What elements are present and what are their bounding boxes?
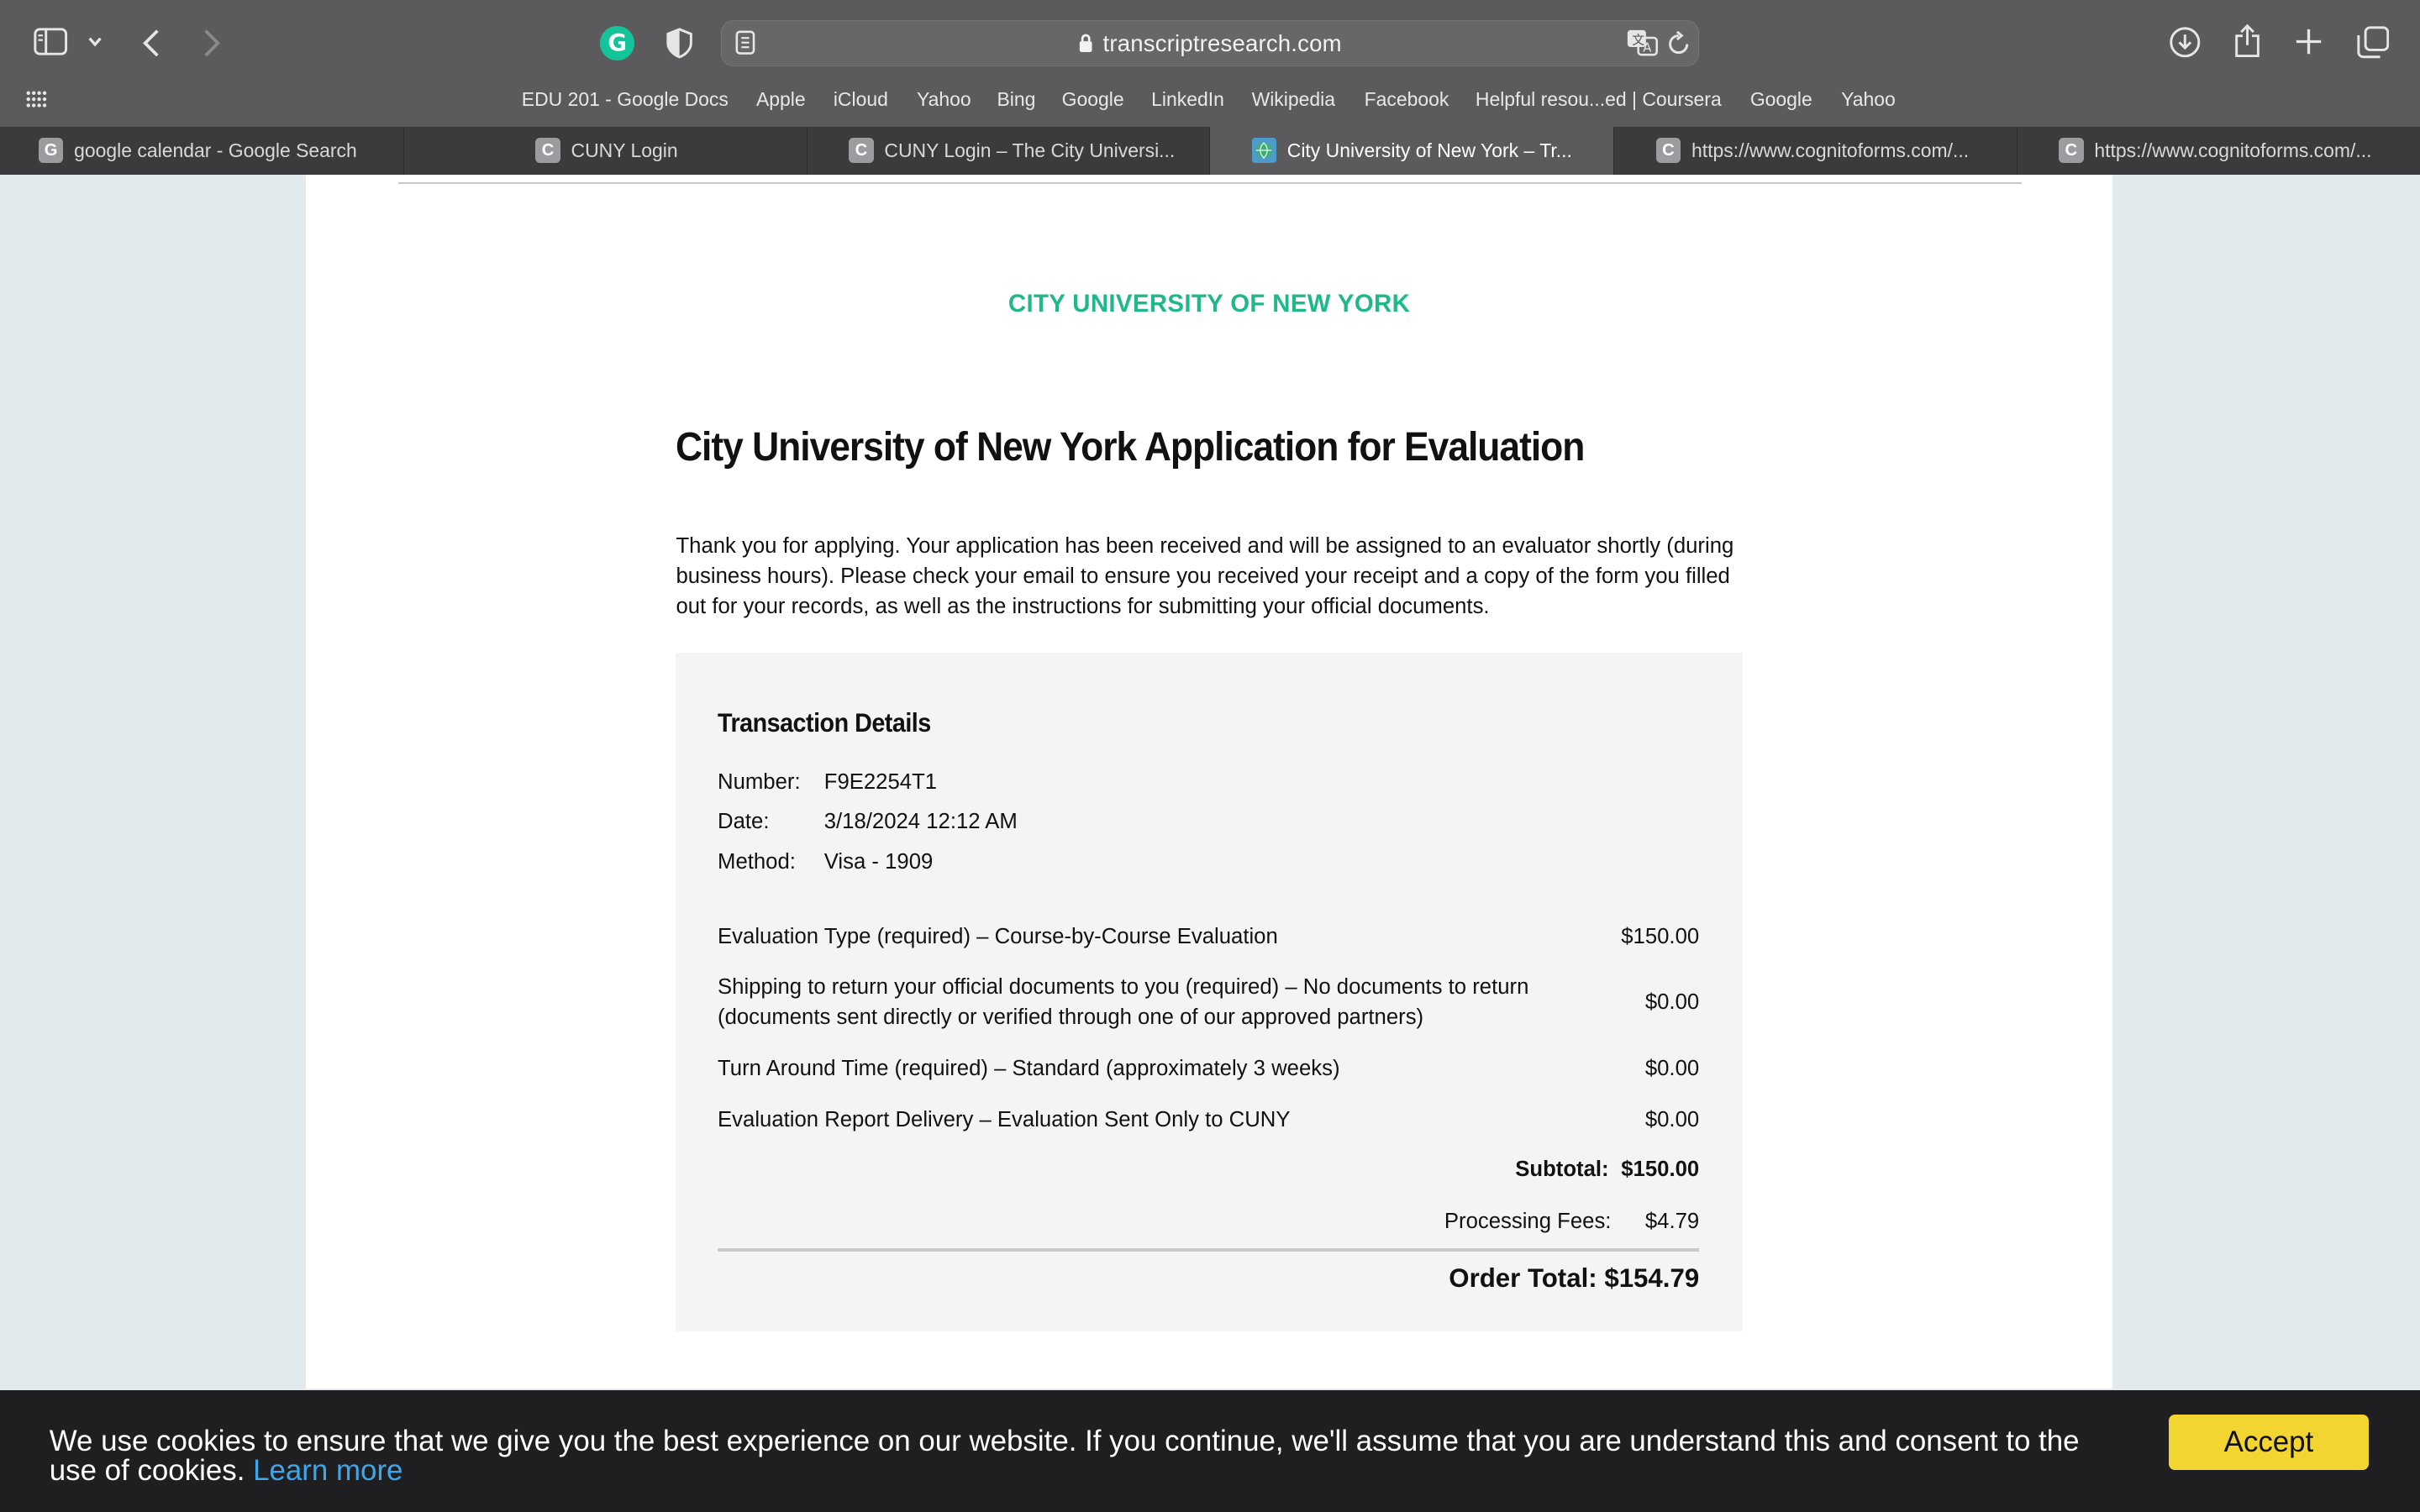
favorite-link[interactable]: Helpful resou...ed | Coursera [1476,88,1722,111]
divider [397,181,2023,184]
favorites-bar: EDU 201 - Google Docs Apple iCloud Yahoo… [0,85,2420,116]
back-icon[interactable] [142,28,160,59]
tab-title: CUNY Login – The City Universi... [884,139,1176,161]
globe-favicon-icon [1251,138,1276,163]
page-title: City University of New York Application … [676,425,1585,470]
line-item: Evaluation Type (required) – Course-by-C… [718,921,1699,952]
line-item-amount: $0.00 [1644,1057,1700,1081]
tab-title: CUNY Login [571,139,678,161]
app-grid-icon[interactable] [26,91,48,108]
learn-more-link[interactable]: Learn more [253,1454,402,1487]
line-item-amount: $0.00 [1644,990,1700,1015]
browser-toolbar: G transcriptresearch.com 文A EDU 201 - Go… [0,0,2420,127]
subtotal-label: Subtotal: [1515,1157,1609,1181]
tab-google-calendar-search[interactable]: Ggoogle calendar - Google Search [0,126,405,175]
tab-bar: Ggoogle calendar - Google Search C CUNY L… [0,126,2420,175]
transaction-number-row: Number: F9E2254T1 [718,770,937,795]
line-item-description: Evaluation Report Delivery – Evaluation … [718,1108,1291,1132]
tab-cognitoforms-1[interactable]: Chttps://www.cognitoforms.com/... [1614,126,2018,175]
transaction-details-heading: Transaction Details [718,708,931,738]
reload-icon[interactable] [1666,30,1691,56]
url-text: transcriptresearch.com [1102,29,1342,56]
transaction-number-value: F9E2254T1 [823,769,938,794]
line-item: Evaluation Report Delivery – Evaluation … [718,1105,1699,1135]
new-tab-plus-icon[interactable] [2295,28,2323,55]
favorite-link[interactable]: LinkedIn [1151,88,1224,111]
tab-title: google calendar - Google Search [74,139,357,161]
payment-method-value: Visa - 1909 [823,850,934,874]
favorite-link[interactable]: Google [1750,88,1812,111]
processing-fees-row: Processing Fees: $4.79 [1444,1210,1699,1234]
cookie-message: We use cookies to ensure that we give yo… [50,1426,2086,1487]
grammarly-extension-icon[interactable]: G [600,26,634,60]
forward-icon[interactable] [203,28,221,59]
favorite-link[interactable]: iCloud [834,88,888,111]
sidebar-toggle-icon[interactable] [34,28,68,55]
order-total-value: $154.79 [1604,1263,1700,1294]
tab-cuny-login-city-university[interactable]: C CUNY Login – The City Universi... [808,126,1210,175]
transaction-date-row: Date: 3/18/2024 12:12 AM [718,810,1018,834]
favorite-link[interactable]: EDU 201 - Google Docs [522,88,729,111]
tab-title: City University of New York – Tr... [1286,139,1572,161]
organization-name: CITY UNIVERSITY OF NEW YORK [1007,290,1411,318]
share-icon[interactable] [2233,24,2261,59]
order-total-row: Order Total: $154.79 [1449,1263,1699,1294]
confirmation-message: Thank you for applying. Your application… [676,533,1734,618]
favorite-link[interactable]: Yahoo [917,88,971,111]
svg-text:A: A [1643,41,1651,55]
cognito-favicon-icon: C [849,138,874,163]
google-favicon-icon: G [38,138,64,163]
tab-cuny-transcript-research[interactable]: City University of New York – Tr... [1209,126,1615,175]
transaction-date-label: Date: [718,810,770,834]
address-bar[interactable]: transcriptresearch.com 文A [720,19,1700,66]
line-item: Shipping to return your official documen… [718,972,1699,1032]
favorite-link[interactable]: Wikipedia [1252,88,1335,111]
chevron-down-icon[interactable] [87,35,103,48]
transaction-date-value: 3/18/2024 12:12 AM [823,810,1018,834]
cognito-favicon-icon: C [1655,138,1681,163]
subtotal-value: $150.00 [1621,1157,1700,1181]
line-item-description: Shipping to return your official documen… [718,975,1529,1030]
favorite-link[interactable]: Apple [756,88,806,111]
translate-icon[interactable]: 文A [1626,29,1660,56]
payment-method-label: Method: [718,850,796,874]
page-content: CITY UNIVERSITY OF NEW YORK City Univers… [305,174,2113,1389]
line-item-description: Evaluation Type (required) – Course-by-C… [718,924,1278,948]
download-icon[interactable] [2169,26,2202,59]
favorite-link[interactable]: Facebook [1365,88,1449,111]
total-divider [718,1247,1700,1252]
payment-method-row: Method: Visa - 1909 [718,850,933,874]
lock-icon [1078,32,1093,59]
order-total-label: Order Total: [1449,1263,1597,1294]
favorite-link[interactable]: Yahoo [1841,88,1896,111]
line-item: Turn Around Time (required) – Standard (… [718,1053,1699,1084]
tab-cognitoforms-2[interactable]: Chttps://www.cognitoforms.com/... [2018,127,2420,175]
cookie-consent-bar: We use cookies to ensure that we give yo… [0,1389,2420,1512]
favorite-link[interactable]: Bing [997,88,1036,111]
tab-overview-icon[interactable] [2357,26,2390,59]
processing-fees-label: Processing Fees: [1444,1209,1612,1233]
favorite-link[interactable]: Google [1062,88,1124,111]
cognito-favicon-icon: C [535,138,560,163]
line-item-amount: $0.00 [1644,1108,1700,1132]
transaction-details-card: Transaction Details Number: F9E2254T1 Dat… [676,652,1743,1332]
tab-title: https://www.cognitoforms.com/... [1691,139,1970,161]
accept-cookies-button[interactable]: Accept [2168,1415,2370,1471]
subtotal-row: Subtotal: $150.00 [1515,1158,1699,1182]
tab-title: https://www.cognitoforms.com/... [2094,139,2372,161]
transaction-number-label: Number: [718,769,801,794]
privacy-shield-icon[interactable] [666,28,693,59]
cognito-favicon-icon: C [2059,138,2084,163]
line-item-amount: $150.00 [1621,924,1700,948]
tab-cuny-login[interactable]: C CUNY Login [404,126,808,175]
line-item-description: Turn Around Time (required) – Standard (… [718,1057,1340,1081]
processing-fees-value: $4.79 [1644,1209,1700,1233]
